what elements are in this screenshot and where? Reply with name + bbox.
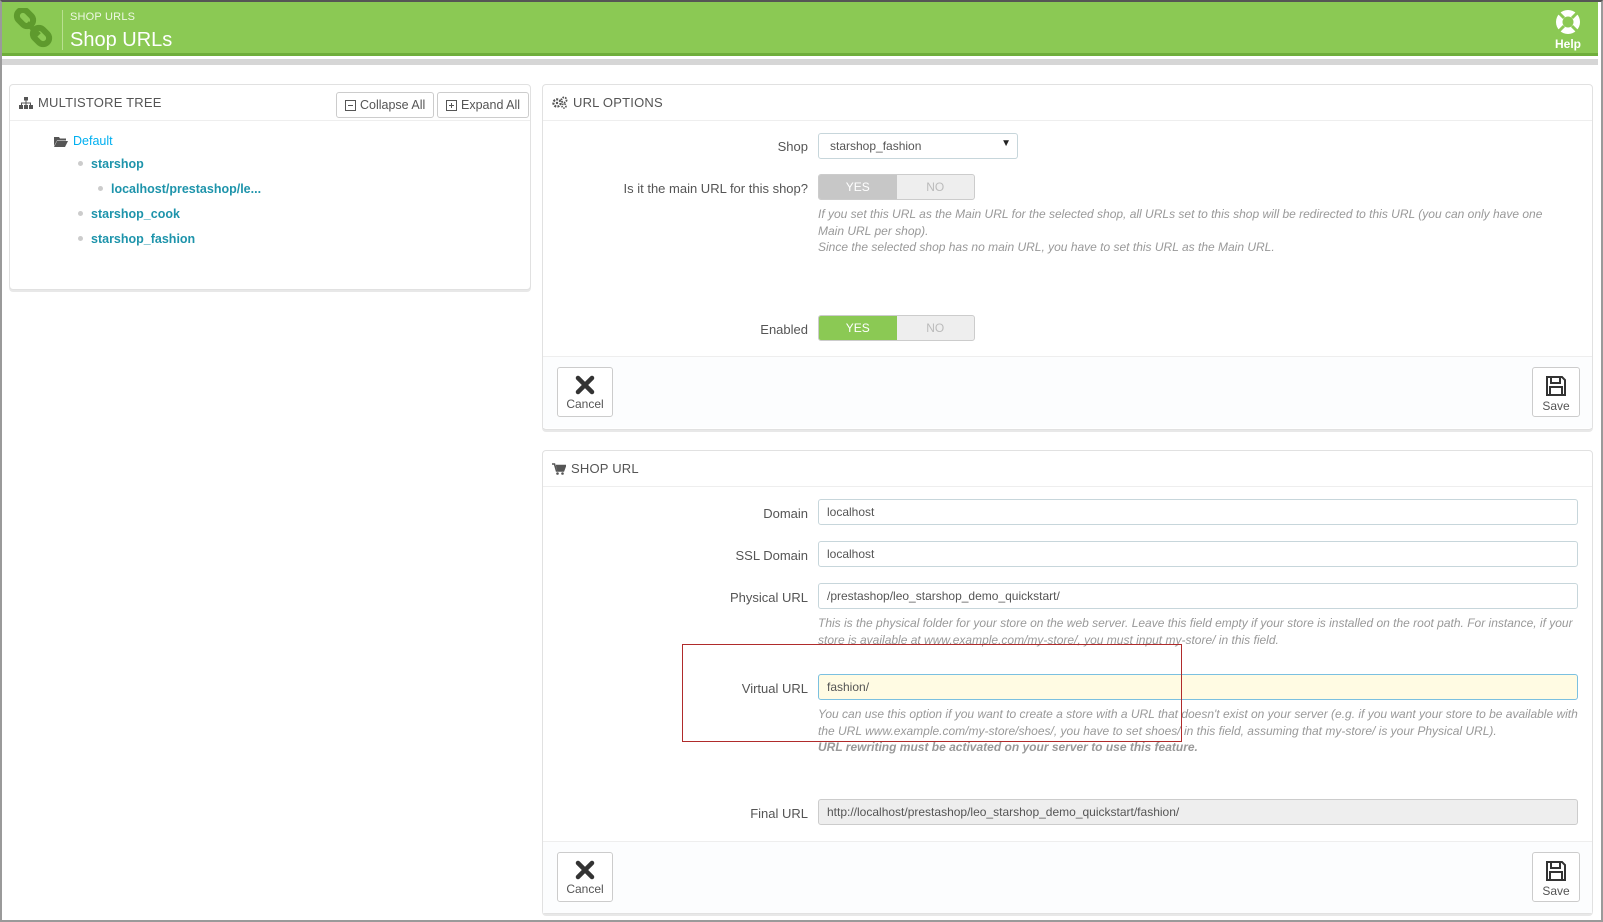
page-header: SHOP URLS Shop URLs Help	[2, 2, 1598, 56]
main-url-yes[interactable]: YES	[819, 175, 897, 199]
collapse-all-label: Collapse All	[360, 98, 426, 112]
shop-select-value: starshop_fashion	[830, 139, 922, 153]
tree-node-starshop-fashion[interactable]: starshop_fashion	[54, 226, 261, 251]
tree-node-label: starshop_fashion	[91, 231, 196, 246]
close-icon	[575, 375, 595, 395]
domain-label: Domain	[763, 506, 808, 521]
cancel-label: Cancel	[566, 882, 604, 896]
header-separator	[62, 10, 63, 50]
shop-url-cancel-button[interactable]: Cancel	[557, 852, 613, 902]
shop-label: Shop	[777, 139, 808, 154]
shopping-cart-icon	[552, 462, 566, 475]
enabled-yes[interactable]: YES	[819, 316, 897, 340]
help-label: Help	[1554, 37, 1581, 51]
collapse-all-button[interactable]: Collapse All	[336, 92, 435, 118]
help-button[interactable]: Help	[1550, 8, 1586, 51]
tree-node-label: localhost/prestashop/le...	[111, 181, 262, 196]
caret-down-icon: ▼	[1001, 138, 1011, 149]
final-url-label: Final URL	[750, 806, 808, 821]
shop-url-footer: Cancel Save	[543, 841, 1592, 913]
main-url-help: If you set this URL as the Main URL for …	[818, 206, 1568, 256]
tree-node-starshop-cook[interactable]: starshop_cook	[54, 201, 261, 226]
ssl-domain-input[interactable]: localhost	[818, 541, 1578, 567]
shop-url-save-button[interactable]: Save	[1532, 852, 1580, 902]
url-options-cancel-button[interactable]: Cancel	[557, 367, 613, 417]
tree-root-default[interactable]: Default	[54, 131, 261, 151]
breadcrumb[interactable]: SHOP URLS	[70, 11, 135, 23]
enabled-no[interactable]: NO	[897, 316, 975, 340]
header-shadow-strip	[2, 59, 1598, 65]
tree-bullet	[78, 236, 83, 241]
final-url-input: http://localhost/prestashop/leo_starshop…	[818, 799, 1578, 825]
expand-all-button[interactable]: Expand All	[437, 92, 530, 118]
tree-node-starshop[interactable]: starshop	[54, 151, 261, 176]
save-label: Save	[1542, 399, 1570, 413]
tree-node-shop-url[interactable]: localhost/prestashop/le...	[54, 176, 261, 201]
tree-bullet	[78, 211, 83, 216]
sitemap-icon	[19, 96, 33, 109]
main-url-no[interactable]: NO	[897, 175, 975, 199]
domain-input[interactable]: localhost	[818, 499, 1578, 525]
shop-tree: Default starshop localhost/prestashop/le…	[54, 131, 261, 251]
expand-all-label: Expand All	[461, 98, 521, 112]
physical-url-input[interactable]: /prestashop/leo_starshop_demo_quickstart…	[818, 583, 1578, 609]
page-title: Shop URLs	[70, 29, 173, 51]
tree-node-label: starshop_cook	[91, 206, 180, 221]
enabled-label: Enabled	[760, 322, 808, 337]
close-icon	[575, 860, 595, 880]
lifebuoy-icon	[1556, 10, 1580, 34]
folder-open-icon	[54, 136, 68, 147]
floppy-disk-icon	[1546, 376, 1566, 396]
url-options-heading: URL OPTIONS	[543, 85, 1592, 121]
tree-root-label: Default	[73, 134, 113, 148]
tree-node-label: starshop	[91, 156, 144, 171]
plus-square-icon	[446, 99, 457, 111]
tree-panel-title: MULTISTORE TREE	[38, 95, 162, 110]
shop-select[interactable]: starshop_fashion ▼	[818, 133, 1018, 159]
enabled-switch[interactable]: YES NO	[818, 315, 975, 341]
link-chain-icon	[13, 8, 53, 48]
physical-url-label: Physical URL	[729, 590, 808, 605]
floppy-disk-icon	[1546, 861, 1566, 881]
virtual-url-highlight-box	[682, 644, 1182, 742]
shop-url-heading: SHOP URL	[543, 451, 1592, 487]
save-label: Save	[1542, 884, 1570, 898]
multistore-tree-panel: MULTISTORE TREE Collapse All Expand All …	[9, 84, 531, 290]
cogs-icon	[552, 96, 568, 109]
url-options-save-button[interactable]: Save	[1532, 367, 1580, 417]
tree-bullet	[98, 186, 103, 191]
main-url-label: Is it the main URL for this shop?	[623, 181, 809, 196]
cancel-label: Cancel	[566, 397, 604, 411]
url-options-title: URL OPTIONS	[573, 95, 663, 110]
tree-bullet	[78, 161, 83, 166]
shop-url-title: SHOP URL	[571, 461, 639, 476]
main-url-help-line-1: If you set this URL as the Main URL for …	[818, 207, 1543, 238]
main-url-switch[interactable]: YES NO	[818, 174, 975, 200]
virtual-url-help-bold: URL rewriting must be activated on your …	[818, 740, 1198, 754]
ssl-domain-label: SSL Domain	[735, 548, 809, 563]
minus-square-icon	[345, 99, 356, 111]
url-options-footer: Cancel Save	[543, 356, 1592, 428]
main-url-help-line-2: Since the selected shop has no main URL,…	[818, 240, 1275, 254]
